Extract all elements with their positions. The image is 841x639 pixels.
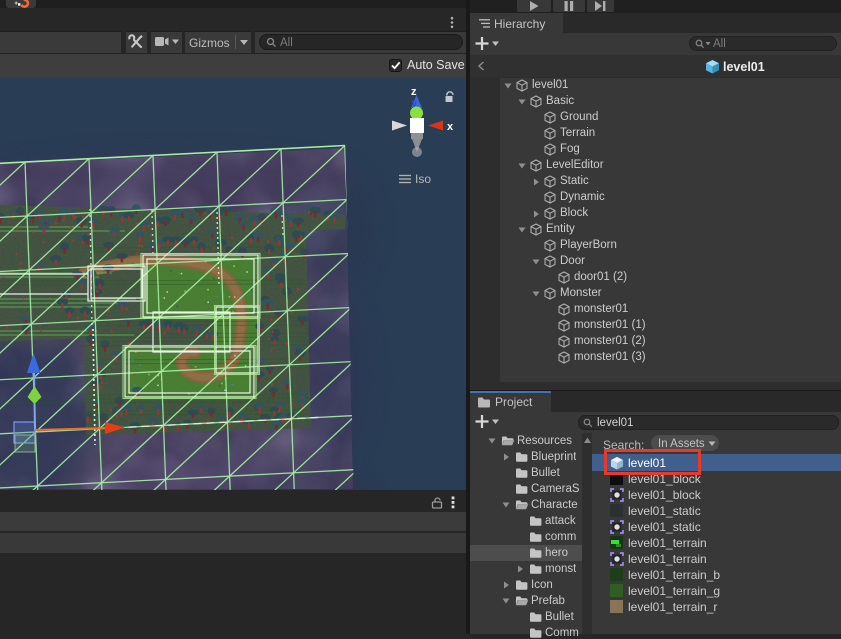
svg-text:x: x [447, 121, 454, 133]
